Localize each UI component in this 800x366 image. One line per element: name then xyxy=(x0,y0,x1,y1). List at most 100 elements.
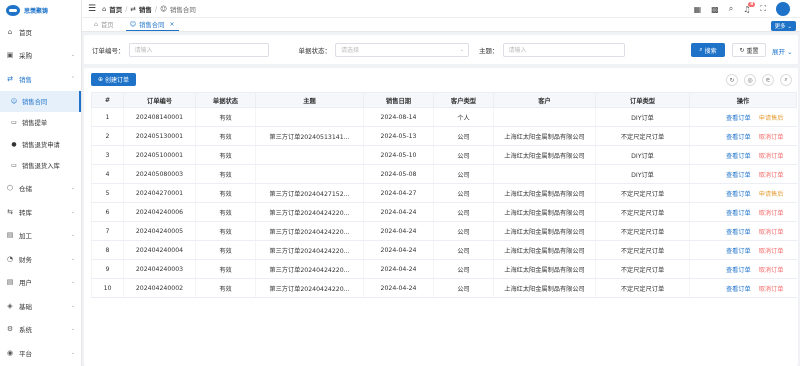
cancel-order-link[interactable]: 取消订单 xyxy=(759,153,784,160)
sidebar-item-gear[interactable]: ⚙ 系统 ⌄ xyxy=(0,318,81,342)
view-order-link[interactable]: 查看订单 xyxy=(726,153,751,160)
subject-input[interactable]: 请输入 xyxy=(502,42,625,57)
column-settings-icon[interactable]: ⚟ xyxy=(762,74,774,86)
table-row[interactable]: 1 202408140001 有效 2024-08-14 个人 DIY订单 查看订单 申请售后 xyxy=(91,107,797,127)
search-icon[interactable]: ⌕ xyxy=(729,4,733,14)
sidebar-item-user[interactable]: ▤ 用户 ⌄ xyxy=(0,271,81,295)
sidebar-item-transfer[interactable]: ⇆ 转库 ⌄ xyxy=(0,200,81,224)
cell-otype: 不定尺定尺订单 xyxy=(595,278,690,298)
expand-toggle[interactable]: 展开 ⌄ xyxy=(772,46,793,56)
tab-home[interactable]: ⌂ 首页 xyxy=(90,18,118,31)
submenu-item-bill[interactable]: ▭ 销售提单 xyxy=(0,112,81,134)
tab-bar: ⌂ 首页 ☺ 销售合同 × 更多 ⌄ xyxy=(82,17,800,32)
col-header-customer: 客户 xyxy=(493,92,596,108)
reset-button[interactable]: ↻ 重置 xyxy=(732,43,766,57)
chevron-icon: ⌄ xyxy=(70,349,75,356)
contract-icon: ☺ xyxy=(129,20,137,28)
qrcode-icon[interactable]: ▩ xyxy=(711,5,719,14)
refresh-icon[interactable]: ↻ xyxy=(726,74,738,86)
after-sales-link[interactable]: 申请售后 xyxy=(759,191,784,198)
breadcrumb-item-home[interactable]: 首页 xyxy=(109,4,122,14)
sidebar-item-base[interactable]: ◈ 基础 ⌄ xyxy=(0,294,81,318)
home-crumb-icon: ⌂ xyxy=(102,4,107,13)
cell-ctype: 公司 xyxy=(433,278,494,298)
cancel-order-link[interactable]: 取消订单 xyxy=(759,172,784,179)
subject-label: 主题： xyxy=(479,46,499,55)
view-order-link[interactable]: 查看订单 xyxy=(726,210,751,217)
table-row[interactable]: 5 202404270001 有效 第三方订单20240427152... 2024-0… xyxy=(91,183,797,203)
avatar[interactable] xyxy=(776,2,790,16)
breadcrumb-item-sales[interactable]: 销售 xyxy=(139,4,152,14)
expand-label: 展开 xyxy=(772,48,785,56)
view-order-link[interactable]: 查看订单 xyxy=(726,248,751,255)
cancel-order-link[interactable]: 取消订单 xyxy=(759,229,784,236)
table-row[interactable]: 6 202404240006 有效 第三方订单20240424220... 2024-0… xyxy=(91,202,797,222)
table-row[interactable]: 9 202404240003 有效 第三方订单20240424220... 2024-0… xyxy=(91,259,797,279)
table-row[interactable]: 2 202405130001 有效 第三方订单20240513141... 2024-0… xyxy=(91,126,797,146)
cell-order: 202405130001 xyxy=(123,126,196,146)
search-icon[interactable]: ⌕ xyxy=(780,74,792,86)
more-button[interactable]: 更多 ⌄ xyxy=(770,21,796,31)
sidebar-item-briefcase[interactable]: ▣ 采购 ⌄ xyxy=(0,44,81,68)
table-row[interactable]: 7 202404240005 有效 第三方订单20240424220... 2024-0… xyxy=(91,221,797,241)
table-row[interactable]: 4 202405080003 有效 2024-05-08 公司 DIY订单 查看订单 取消订单 xyxy=(91,164,797,184)
cell-customer xyxy=(493,164,596,184)
bill-icon: ▭ xyxy=(11,119,17,127)
search-button[interactable]: ⌕ 搜索 xyxy=(691,43,725,57)
view-order-link[interactable]: 查看订单 xyxy=(726,191,751,198)
cancel-order-link[interactable]: 取消订单 xyxy=(759,267,784,274)
after-sales-link[interactable]: 申请售后 xyxy=(759,115,784,122)
table-row[interactable]: 3 202405100001 有效 2024-05-10 公司 上海红太阳金属制品有限公司… xyxy=(91,145,797,165)
tab-sales-contract[interactable]: ☺ 销售合同 × xyxy=(125,18,179,31)
cell-actions: 查看订单 取消订单 xyxy=(689,221,797,241)
density-icon[interactable]: ◎ xyxy=(744,74,756,86)
cancel-order-link[interactable]: 取消订单 xyxy=(759,286,784,293)
brand-logo[interactable]: 思羡聚铸 xyxy=(0,0,81,20)
status-select[interactable]: 请选择 ⌄ xyxy=(335,42,469,57)
view-order-link[interactable]: 查看订单 xyxy=(726,267,751,274)
sidebar-item-process[interactable]: ▤ 加工 ⌄ xyxy=(0,224,81,248)
view-order-link[interactable]: 查看订单 xyxy=(726,172,751,179)
submenu-item-contract[interactable]: ☺ 销售合同 xyxy=(0,90,81,112)
sidebar-item-sales[interactable]: ⇄ 销售 ⌃ xyxy=(0,67,81,91)
cell-otype: 不定尺定尺订单 xyxy=(595,221,690,241)
cell-date: 2024-05-13 xyxy=(363,126,434,146)
view-order-link[interactable]: 查看订单 xyxy=(726,134,751,141)
layout-icon[interactable]: ▦ xyxy=(694,5,702,14)
sidebar-item-label: 用户 xyxy=(19,279,32,288)
cancel-order-link[interactable]: 取消订单 xyxy=(759,248,784,255)
view-order-link[interactable]: 查看订单 xyxy=(726,286,751,293)
cancel-order-link[interactable]: 取消订单 xyxy=(759,134,784,141)
menu-toggle-icon[interactable]: ☰ xyxy=(88,4,96,14)
view-order-link[interactable]: 查看订单 xyxy=(726,115,751,122)
submenu-item-label: 销售退货入库 xyxy=(22,163,60,171)
cancel-order-link[interactable]: 取消订单 xyxy=(759,210,784,217)
topbar: ☰ ⌂ 首页 / ⇄ 销售 / ☺ 销售合同 ▦ ▩ ⌕ ♫ 8 ⛶ xyxy=(82,0,800,17)
close-icon[interactable]: × xyxy=(169,21,174,28)
cell-actions: 查看订单 申请售后 xyxy=(689,107,797,127)
sidebar-item-home[interactable]: ⌂ 首页 xyxy=(0,20,81,44)
order-no-label: 订单编号： xyxy=(92,46,125,55)
table-row[interactable]: 10 202404240002 有效 第三方订单20240424220... 2024-… xyxy=(91,278,797,298)
cell-customer: 上海红太阳金属制品有限公司 xyxy=(493,145,596,165)
cell-actions: 查看订单 取消订单 xyxy=(689,164,797,184)
fullscreen-icon[interactable]: ⛶ xyxy=(760,4,766,14)
sidebar-item-warehouse[interactable]: ⬡ 仓储 ⌄ xyxy=(0,177,81,201)
cell-date: 2024-04-24 xyxy=(363,202,434,222)
submenu-item-return-apply[interactable]: ● 销售退货申请 xyxy=(0,134,81,156)
col-header-actions: 操作 xyxy=(689,92,797,108)
bell-icon[interactable]: ♫ 8 xyxy=(743,1,756,14)
sidebar-item-label: 采购 xyxy=(19,52,32,61)
sidebar-item-finance[interactable]: ◔ 财务 ⌄ xyxy=(0,247,81,271)
user-icon: ▤ xyxy=(6,278,14,287)
view-order-link[interactable]: 查看订单 xyxy=(726,229,751,236)
submenu-item-return-stock[interactable]: ▭ 销售退货入库 xyxy=(0,155,81,177)
create-order-button[interactable]: ⊕ 创建订单 xyxy=(91,73,136,86)
search-label: 搜索 xyxy=(704,47,717,55)
table-row[interactable]: 8 202404240004 有效 第三方订单20240424220... 2024-0… xyxy=(91,240,797,260)
cell-no: 5 xyxy=(91,183,124,203)
cell-actions: 查看订单 取消订单 xyxy=(689,259,797,279)
sidebar-item-platform[interactable]: ◉ 平台 ⌄ xyxy=(0,341,81,365)
order-no-input[interactable]: 请输入 xyxy=(128,42,269,57)
cell-date: 2024-04-24 xyxy=(363,259,434,279)
